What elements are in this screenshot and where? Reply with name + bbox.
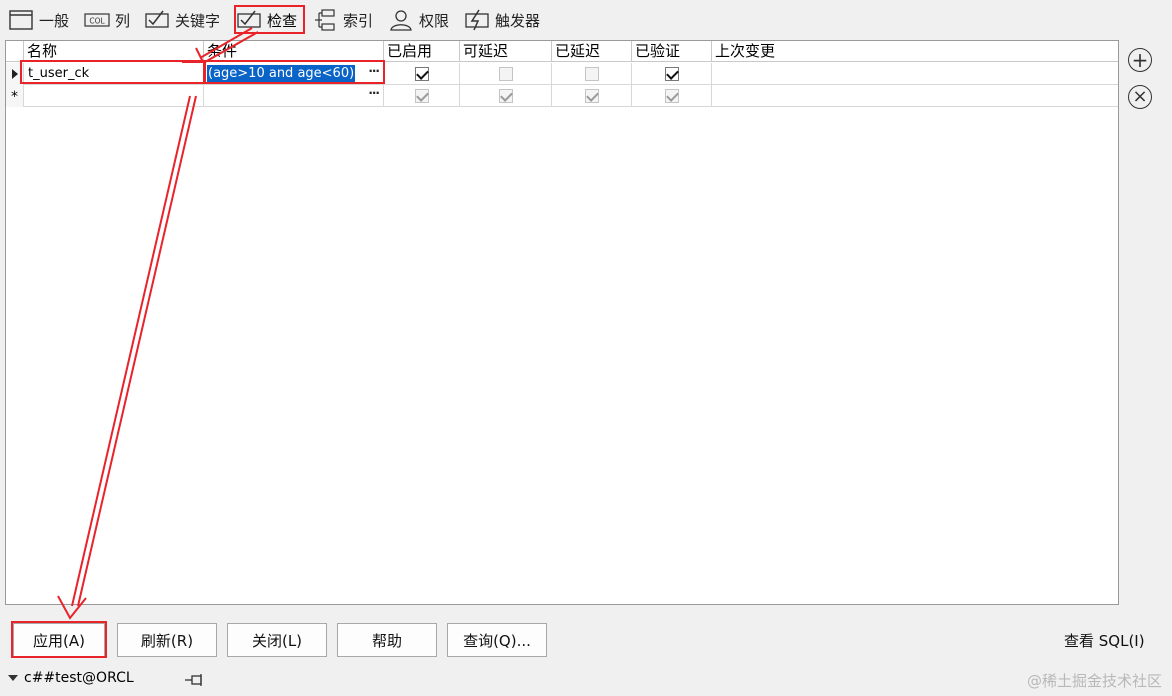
name-cell[interactable]: t_user_ck bbox=[24, 63, 204, 85]
column-header-enabled[interactable]: 已启用 bbox=[384, 41, 460, 62]
col-icon: COL bbox=[84, 8, 110, 32]
deferrable-checkbox[interactable] bbox=[498, 89, 513, 103]
close-icon: × bbox=[1132, 86, 1148, 107]
caret-down-icon bbox=[8, 675, 18, 681]
tab-columns[interactable]: COL 列 bbox=[84, 6, 130, 34]
validated-cell[interactable] bbox=[632, 85, 712, 107]
deferred-cell[interactable] bbox=[552, 63, 632, 85]
deferred-cell[interactable] bbox=[552, 85, 632, 107]
tab-label: 检查 bbox=[267, 11, 298, 30]
row-indicator: * bbox=[6, 85, 24, 107]
check-box-icon bbox=[236, 8, 262, 32]
validated-checkbox[interactable] bbox=[664, 67, 679, 81]
tab-indexes[interactable]: 索引 bbox=[312, 6, 373, 34]
condition-value: (age>10 and age<60) bbox=[207, 65, 356, 83]
deferred-checkbox[interactable] bbox=[584, 67, 599, 81]
tab-label: 一般 bbox=[39, 11, 70, 30]
svg-text:COL: COL bbox=[89, 17, 105, 26]
column-header-last-change[interactable]: 上次变更 bbox=[712, 41, 1118, 62]
header-indicator bbox=[6, 41, 24, 62]
status-bar: c##test@ORCL @稀土掘金技术社区 bbox=[0, 664, 1172, 696]
plus-icon: + bbox=[1131, 48, 1149, 72]
tab-check[interactable]: 检查 bbox=[236, 6, 297, 34]
validated-checkbox[interactable] bbox=[664, 89, 679, 103]
column-header-validated[interactable]: 已验证 bbox=[632, 41, 712, 62]
name-cell[interactable] bbox=[24, 85, 204, 107]
check-box-icon bbox=[144, 8, 170, 32]
tab-label: 触发器 bbox=[495, 11, 541, 30]
view-sql-link[interactable]: 查看 SQL(I) bbox=[1064, 630, 1145, 651]
condition-cell[interactable]: (age>10 and age<60) ··· bbox=[204, 63, 384, 85]
watermark: @稀土掘金技术社区 bbox=[1026, 672, 1162, 690]
table-row-new[interactable]: * ··· bbox=[6, 85, 1118, 107]
close-button[interactable]: 关闭(L) bbox=[227, 623, 327, 657]
condition-cell[interactable]: ··· bbox=[204, 85, 384, 107]
table-row[interactable]: t_user_ck (age>10 and age<60) ··· bbox=[6, 63, 1118, 85]
tab-label: 列 bbox=[115, 11, 131, 30]
ellipsis-button[interactable]: ··· bbox=[368, 86, 380, 100]
grid-header: 名称 条件 已启用 可延迟 已延迟 已验证 上次变更 bbox=[6, 41, 1118, 62]
tab-label: 权限 bbox=[419, 11, 450, 30]
column-header-deferred[interactable]: 已延迟 bbox=[552, 41, 632, 62]
window-icon bbox=[8, 8, 34, 32]
add-constraint-button[interactable]: + bbox=[1128, 48, 1152, 72]
current-row-icon bbox=[12, 69, 18, 79]
deferrable-cell[interactable] bbox=[460, 63, 552, 85]
deferrable-cell[interactable] bbox=[460, 85, 552, 107]
tree-icon bbox=[312, 8, 338, 32]
name-value: t_user_ck bbox=[28, 66, 90, 81]
query-button[interactable]: 查询(Q)... bbox=[447, 623, 547, 657]
connection-label: c##test@ORCL bbox=[24, 670, 134, 686]
enabled-checkbox[interactable] bbox=[414, 67, 429, 81]
tab-label: 关键字 bbox=[175, 11, 221, 30]
pin-icon[interactable] bbox=[184, 672, 206, 688]
check-constraints-grid[interactable]: 名称 条件 已启用 可延迟 已延迟 已验证 上次变更 t_user_ck (ag… bbox=[5, 40, 1119, 605]
tab-bar: 一般 COL 列 关键字 检查 索引 权限 触发器 bbox=[0, 0, 1172, 40]
apply-button[interactable]: 应用(A) bbox=[13, 623, 105, 657]
column-header-name[interactable]: 名称 bbox=[24, 41, 204, 62]
column-header-deferrable[interactable]: 可延迟 bbox=[460, 41, 552, 62]
refresh-button[interactable]: 刷新(R) bbox=[117, 623, 217, 657]
ellipsis-button[interactable]: ··· bbox=[368, 64, 380, 78]
help-button[interactable]: 帮助 bbox=[337, 623, 437, 657]
last-change-cell bbox=[712, 85, 1118, 107]
tab-general[interactable]: 一般 bbox=[8, 6, 69, 34]
connection-selector[interactable]: c##test@ORCL bbox=[8, 670, 134, 686]
deferrable-checkbox[interactable] bbox=[498, 67, 513, 81]
tab-keys[interactable]: 关键字 bbox=[144, 6, 220, 34]
trigger-icon bbox=[464, 8, 490, 32]
column-header-condition[interactable]: 条件 bbox=[204, 41, 384, 62]
tab-label: 索引 bbox=[343, 11, 374, 30]
new-row-icon: * bbox=[11, 89, 18, 105]
tab-triggers[interactable]: 触发器 bbox=[464, 6, 540, 34]
user-icon bbox=[388, 8, 414, 32]
enabled-checkbox[interactable] bbox=[414, 89, 429, 103]
remove-constraint-button[interactable]: × bbox=[1128, 85, 1152, 109]
tab-privileges[interactable]: 权限 bbox=[388, 6, 449, 34]
enabled-cell[interactable] bbox=[384, 85, 460, 107]
last-change-cell bbox=[712, 63, 1118, 85]
row-indicator bbox=[6, 63, 24, 85]
enabled-cell[interactable] bbox=[384, 63, 460, 85]
deferred-checkbox[interactable] bbox=[584, 89, 599, 103]
validated-cell[interactable] bbox=[632, 63, 712, 85]
